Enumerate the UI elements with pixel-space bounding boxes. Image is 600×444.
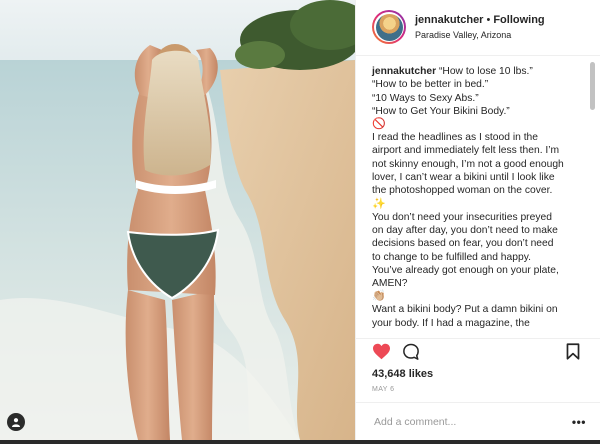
caption-line: on day after day, you don’t need to make: [372, 224, 558, 236]
caption-line: decisions based on fear, you don’t need: [372, 238, 554, 250]
location-link[interactable]: Paradise Valley, Arizona: [415, 29, 545, 42]
caption-line: to change to be fulfilled and happy.: [372, 251, 531, 263]
caption-line: lover, I can’t wear a bikini until I loo…: [372, 172, 555, 184]
post-date: MAY 6: [372, 386, 395, 393]
avatar-inner: [374, 12, 404, 42]
caption-line: I read the headlines as I stood in the: [372, 132, 539, 144]
caption-scrollbar[interactable]: [590, 62, 595, 110]
header-line: jennakutcher • Following: [415, 13, 545, 27]
header-separator: •: [486, 14, 491, 26]
header-text: jennakutcher • Following Paradise Valley, …: [415, 10, 545, 42]
caption-line: You’ve already got enough on your plate,: [372, 264, 559, 276]
caption-line: Want a bikini body? Put a damn bikini on: [372, 304, 558, 316]
likes-count[interactable]: 43,648 likes: [372, 368, 433, 380]
caption-line: You don’t need your insecurities preyed: [372, 211, 552, 223]
bookmark-icon[interactable]: [566, 343, 580, 365]
caption-scroll-area[interactable]: jennakutcher “How to lose 10 lbs.” “How …: [356, 56, 600, 339]
post-details-panel: jennakutcher • Following Paradise Valley, …: [355, 0, 600, 440]
more-options-icon[interactable]: •••: [572, 415, 586, 429]
comment-input[interactable]: [374, 415, 572, 428]
caption-username[interactable]: jennakutcher: [372, 66, 436, 77]
caption-line: jennakutcher “How to lose 10 lbs.”: [372, 65, 578, 78]
header-username[interactable]: jennakutcher: [415, 14, 483, 26]
user-tag-icon[interactable]: [7, 413, 25, 431]
avatar[interactable]: [372, 10, 406, 44]
instagram-post: jennakutcher • Following Paradise Valley, …: [0, 0, 600, 440]
caption-line: not skinny enough, I’m not a good enough: [372, 158, 564, 170]
caption-line: “10 Ways to Sexy Abs.”: [372, 92, 479, 104]
caption-line: “How to Get Your Bikini Body.”: [372, 105, 510, 117]
avatar-image: [375, 13, 403, 41]
post-actions: [372, 343, 586, 363]
caption-line: AMEN?: [372, 278, 408, 290]
comment-bar: •••: [356, 402, 600, 440]
beach-photo: [0, 0, 355, 440]
post-photo[interactable]: [0, 0, 355, 440]
heart-filled-icon[interactable]: [372, 343, 391, 365]
window-bottom-edge: [0, 440, 600, 444]
comment-bubble-icon[interactable]: [402, 343, 420, 366]
caption-line: the photoshopped woman on the cover.: [372, 185, 553, 197]
caption-line: “How to be better in bed.”: [372, 79, 489, 91]
caption-text: “How to lose 10 lbs.”: [438, 66, 533, 77]
clapping-hands-emoji: 👏🏼: [372, 290, 386, 303]
caption: jennakutcher “How to lose 10 lbs.” “How …: [372, 65, 578, 330]
sparkles-emoji: ✨: [372, 197, 386, 210]
post-header: jennakutcher • Following Paradise Valley, …: [356, 0, 600, 56]
caption-line: your body. If I had a magazine, the: [372, 317, 530, 329]
caption-line: airport and immediately felt less then. …: [372, 145, 560, 157]
following-button[interactable]: Following: [493, 14, 544, 26]
no-entry-emoji: 🚫: [372, 118, 386, 131]
